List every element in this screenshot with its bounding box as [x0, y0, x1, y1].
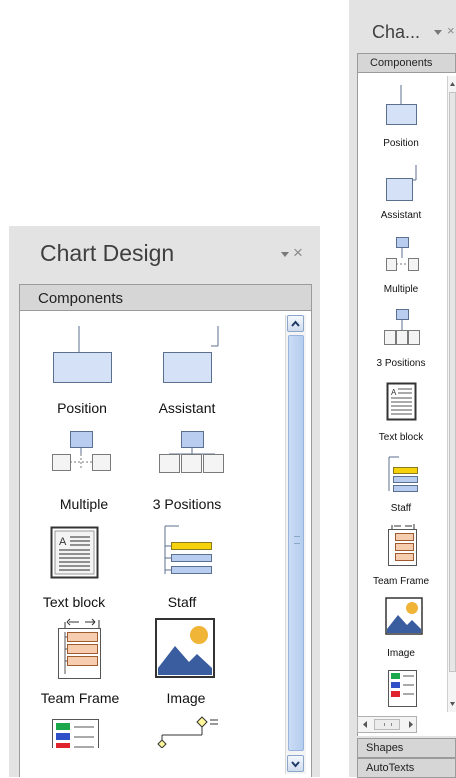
staff-icon[interactable]	[385, 455, 421, 495]
colored-list-icon[interactable]	[51, 718, 101, 748]
assistant-label: Assistant	[380, 210, 422, 221]
text-block-label: Text block	[378, 432, 424, 443]
staff-label: Staff	[390, 503, 412, 514]
shapes-section-label: Shapes	[366, 742, 404, 754]
multiple-icon[interactable]	[385, 236, 421, 274]
autotexts-section-header[interactable]: AutoTexts	[357, 758, 456, 778]
components-section-label: Components	[38, 290, 124, 307]
staff-label: Staff	[167, 594, 197, 610]
assistant-label: Assistant	[158, 400, 216, 416]
panel-menu-dropdown-icon[interactable]	[434, 30, 442, 35]
components-section-header[interactable]: Components	[357, 53, 456, 73]
chevron-up-icon	[291, 320, 300, 327]
scroll-left-icon[interactable]	[361, 720, 369, 729]
chart-design-panel-narrow: Cha... × Components Position Assistant M…	[349, 0, 456, 778]
components-section-label: Components	[370, 57, 433, 69]
position-icon[interactable]	[51, 324, 113, 384]
position-icon[interactable]	[385, 84, 419, 126]
three-positions-icon[interactable]	[157, 430, 227, 480]
panel-menu-dropdown-icon[interactable]	[281, 252, 289, 257]
text-block-icon[interactable]: A	[50, 526, 100, 580]
text-block-label: Text block	[42, 594, 106, 610]
three-positions-label: 3 Positions	[152, 496, 222, 512]
position-label: Position	[57, 400, 107, 416]
team-frame-icon[interactable]	[386, 523, 420, 567]
scroll-thumb[interactable]	[449, 92, 456, 672]
components-section-header[interactable]: Components	[19, 284, 312, 311]
h-scroll-thumb[interactable]	[374, 719, 400, 730]
components-scrollbar[interactable]	[447, 76, 456, 712]
panel-title-truncated: Cha...	[372, 22, 421, 42]
panel-title: Chart Design	[40, 240, 175, 266]
scroll-thumb[interactable]	[288, 335, 304, 751]
team-frame-label: Team Frame	[40, 690, 120, 706]
text-block-icon[interactable]: A	[386, 382, 418, 422]
scroll-grip-icon	[294, 536, 300, 544]
close-icon[interactable]: ×	[293, 244, 303, 261]
multiple-label: Multiple	[383, 284, 419, 295]
horizontal-scrollbar[interactable]	[357, 716, 417, 733]
assistant-icon[interactable]	[385, 164, 419, 206]
scroll-right-icon[interactable]	[407, 720, 415, 729]
close-icon[interactable]: ×	[447, 23, 455, 38]
scroll-down-button[interactable]	[287, 755, 304, 772]
image-label: Image	[166, 690, 206, 706]
position-label: Position	[383, 138, 419, 149]
shapes-section-header[interactable]: Shapes	[357, 738, 456, 758]
three-positions-icon[interactable]	[383, 308, 423, 348]
connector-diamond-icon[interactable]	[154, 716, 222, 748]
image-label: Image	[387, 648, 415, 659]
autotexts-section-label: AutoTexts	[366, 762, 415, 774]
scroll-up-button[interactable]	[287, 315, 304, 332]
multiple-label: Multiple	[59, 496, 109, 512]
multiple-icon[interactable]	[50, 430, 116, 480]
three-positions-label: 3 Positions	[376, 358, 426, 369]
scroll-down-icon[interactable]	[448, 700, 456, 708]
staff-icon[interactable]	[157, 524, 217, 580]
colored-list-icon[interactable]	[387, 669, 419, 709]
image-icon[interactable]	[385, 597, 423, 635]
team-frame-icon[interactable]	[55, 618, 105, 680]
components-scrollbar[interactable]	[285, 315, 306, 774]
scroll-up-icon[interactable]	[448, 80, 456, 88]
svg-text:A: A	[391, 388, 397, 397]
svg-text:A: A	[59, 536, 67, 548]
assistant-icon[interactable]	[161, 324, 223, 384]
h-scroll-grip-icon	[384, 723, 392, 726]
chart-design-panel: Chart Design × Components Position Assis…	[9, 226, 320, 777]
team-frame-label: Team Frame	[372, 576, 430, 587]
image-icon[interactable]	[155, 618, 215, 678]
chevron-down-icon	[291, 761, 300, 768]
